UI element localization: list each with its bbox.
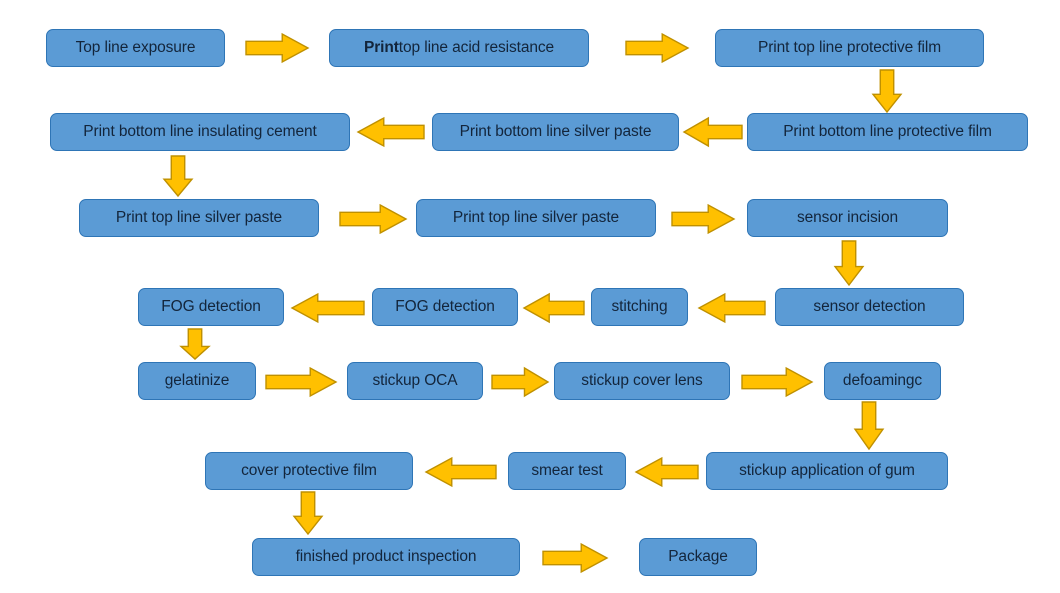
process-node-n2[interactable]: Print top line acid resistance (329, 29, 589, 67)
process-node-n19[interactable]: smear test (508, 452, 626, 490)
process-node-label: stickup OCA (372, 372, 458, 390)
process-node-n7[interactable]: Print top line silver paste (79, 199, 319, 237)
process-node-label: cover protective film (241, 462, 377, 480)
process-node-n9[interactable]: sensor incision (747, 199, 948, 237)
arrow-down-icon (162, 155, 194, 198)
arrow-right-icon (491, 366, 550, 398)
process-node-label: stickup application of gum (739, 462, 915, 480)
process-node-n20[interactable]: cover protective film (205, 452, 413, 490)
arrow-down-icon (179, 328, 211, 360)
process-node-n16[interactable]: stickup cover lens (554, 362, 730, 400)
process-node-label: stitching (611, 298, 668, 316)
process-node-n11[interactable]: stitching (591, 288, 688, 326)
arrow-right-icon (671, 203, 736, 235)
arrow-right-icon (625, 32, 690, 64)
process-node-n4[interactable]: Print bottom line protective film (747, 113, 1028, 151)
process-node-n17[interactable]: defoamingc (824, 362, 941, 400)
arrow-right-icon (265, 366, 338, 398)
process-node-label: defoamingc (842, 372, 923, 390)
process-node-label: Print top line silver paste (452, 209, 620, 227)
arrow-left-icon (697, 292, 766, 324)
process-node-label-lead: Print (363, 39, 399, 57)
process-node-n1[interactable]: Top line exposure (46, 29, 225, 67)
process-node-label: Print top line protective film (757, 39, 942, 57)
process-node-label: sensor incision (796, 209, 899, 227)
process-node-n6[interactable]: Print bottom line insulating cement (50, 113, 350, 151)
flowchart-canvas: Top line exposure Print top line acid res… (0, 0, 1060, 593)
process-node-label: gelatinize (164, 372, 230, 390)
arrow-down-icon (833, 240, 865, 287)
process-node-label: smear test (531, 462, 603, 480)
arrow-down-icon (853, 401, 885, 451)
process-node-n21[interactable]: finished product inspection (252, 538, 520, 576)
process-node-n8[interactable]: Print top line silver paste (416, 199, 656, 237)
process-node-n22[interactable]: Package (639, 538, 757, 576)
arrow-right-icon (339, 203, 408, 235)
process-node-n10[interactable]: sensor detection (775, 288, 964, 326)
arrow-left-icon (290, 292, 365, 324)
arrow-right-icon (542, 542, 609, 574)
process-node-label: stickup cover lens (581, 372, 703, 390)
process-node-label: sensor detection (813, 298, 926, 316)
process-node-label: Print bottom line protective film (783, 123, 992, 141)
process-node-n5[interactable]: Print bottom line silver paste (432, 113, 679, 151)
process-node-n12[interactable]: FOG detection (372, 288, 518, 326)
process-node-label: Package (668, 548, 728, 566)
process-node-label: FOG detection (395, 298, 495, 316)
process-node-label: Print top line silver paste (115, 209, 283, 227)
arrow-left-icon (522, 292, 585, 324)
arrow-down-icon (871, 69, 903, 114)
arrow-left-icon (356, 116, 425, 148)
process-node-n14[interactable]: gelatinize (138, 362, 256, 400)
process-node-label-rest: top line acid resistance (398, 39, 555, 57)
process-node-label: Print bottom line silver paste (459, 123, 652, 141)
arrow-right-icon (741, 366, 814, 398)
process-node-n15[interactable]: stickup OCA (347, 362, 483, 400)
arrow-right-icon (245, 32, 310, 64)
arrow-left-icon (634, 456, 699, 488)
process-node-n13[interactable]: FOG detection (138, 288, 284, 326)
arrow-down-icon (292, 491, 324, 536)
arrow-left-icon (424, 456, 497, 488)
process-node-label: FOG detection (161, 298, 261, 316)
arrow-left-icon (682, 116, 743, 148)
process-node-label: Print bottom line insulating cement (83, 123, 317, 141)
process-node-n3[interactable]: Print top line protective film (715, 29, 984, 67)
process-node-n18[interactable]: stickup application of gum (706, 452, 948, 490)
process-node-label: Top line exposure (75, 39, 196, 57)
process-node-label: finished product inspection (295, 548, 477, 566)
